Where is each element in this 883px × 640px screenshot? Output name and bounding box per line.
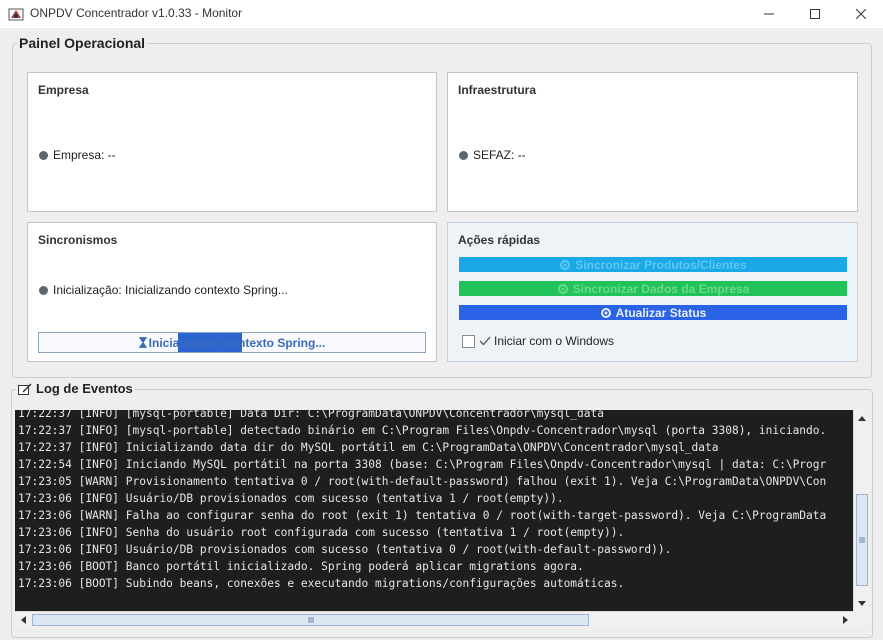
sincronizar-produtos-label: Sincronizar Produtos/Clientes <box>575 257 747 272</box>
vertical-scrollbar[interactable] <box>853 410 870 611</box>
log-de-eventos: Log de Eventos 17:22:37 [INFO] [mysql-po… <box>11 381 873 638</box>
sync-icon <box>560 259 571 270</box>
sync-icon <box>557 283 568 294</box>
empresa-status-text: Empresa: -- <box>53 148 116 162</box>
horizontal-scroll-thumb[interactable] <box>32 614 589 626</box>
edit-log-icon <box>18 383 32 395</box>
sincronizar-empresa-label: Sincronizar Dados da Empresa <box>572 281 750 296</box>
log-title: Log de Eventos <box>36 381 133 396</box>
minimize-button[interactable] <box>746 0 792 28</box>
log-line: 17:23:06 [INFO] Usuário/DB provisionados… <box>18 492 564 505</box>
log-line: 17:23:06 [INFO] Usuário/DB provisionados… <box>18 543 672 556</box>
arrow-up-icon <box>858 415 866 421</box>
inicializacao-status: Inicialização: Inicializando contexto Sp… <box>39 283 288 297</box>
close-button[interactable] <box>838 0 883 28</box>
log-line: 17:23:06 [WARN] Falha ao configurar senh… <box>18 509 827 522</box>
painel-operacional: Painel Operacional Empresa Empresa: -- I… <box>12 35 872 378</box>
scroll-right-button[interactable] <box>837 612 853 628</box>
inicializacao-status-text: Inicialização: Inicializando contexto Sp… <box>53 283 288 297</box>
app-icon <box>8 6 24 22</box>
acoes-rapidas-title: Ações rápidas <box>458 233 541 247</box>
minimize-icon <box>764 13 774 15</box>
title-bar: ONPDV Concentrador v1.0.33 - Monitor <box>0 0 883 28</box>
maximize-button[interactable] <box>792 0 838 28</box>
scroll-corner <box>853 611 870 628</box>
sincronismos-title: Sincronismos <box>38 233 118 247</box>
sincronizar-produtos-button[interactable]: Sincronizar Produtos/Clientes <box>459 257 847 272</box>
log-line: 17:22:54 [INFO] Iniciando MySQL portátil… <box>18 458 827 471</box>
iniciar-windows-row: Iniciar com o Windows <box>462 334 614 348</box>
arrow-right-icon <box>842 616 848 624</box>
log-lines: 17:22:37 [INFO] [mysql-portable] Data Di… <box>18 410 826 592</box>
iniciar-windows-checkbox[interactable] <box>462 334 475 348</box>
empresa-card: Empresa Empresa: -- <box>27 72 437 212</box>
empresa-title: Empresa <box>38 83 89 97</box>
empresa-status: Empresa: -- <box>39 148 116 162</box>
grip-icon <box>308 617 313 623</box>
log-line: 17:22:37 [INFO] Inicializando data dir d… <box>18 441 719 454</box>
atualizar-status-label: Atualizar Status <box>615 305 707 320</box>
arrow-down-icon <box>858 600 866 606</box>
log-line: 17:23:06 [INFO] Senha do usuário root co… <box>18 526 625 539</box>
vertical-scroll-thumb[interactable] <box>856 494 868 586</box>
sincronismos-card: Sincronismos Inicialização: Inicializand… <box>27 222 437 362</box>
log-line: 17:23:06 [BOOT] Banco portátil inicializ… <box>18 560 584 573</box>
horizontal-scrollbar[interactable] <box>15 611 853 628</box>
progress-bar: Inicializando contexto Spring... <box>38 332 426 353</box>
status-dot-icon <box>39 285 48 295</box>
atualizar-status-button[interactable]: Atualizar Status <box>459 305 847 320</box>
scroll-up-button[interactable] <box>854 410 870 426</box>
maximize-icon <box>810 9 820 19</box>
log-text-area[interactable]: 17:22:37 [INFO] [mysql-portable] Data Di… <box>15 410 853 611</box>
log-line: 17:23:05 [WARN] Provisionamento tentativ… <box>18 475 827 488</box>
window-title: ONPDV Concentrador v1.0.33 - Monitor <box>30 6 243 20</box>
status-dot-icon <box>39 150 48 160</box>
refresh-icon <box>600 307 611 318</box>
sincronizar-empresa-button[interactable]: Sincronizar Dados da Empresa <box>459 281 847 296</box>
arrow-left-icon <box>20 616 26 624</box>
infraestrutura-card: Infraestrutura SEFAZ: -- <box>447 72 858 212</box>
infraestrutura-title: Infraestrutura <box>458 83 537 97</box>
painel-title: Painel Operacional <box>17 35 148 51</box>
sefaz-status: SEFAZ: -- <box>459 148 526 162</box>
progress-text: Inicializando contexto Spring... <box>148 335 326 350</box>
client-area: Painel Operacional Empresa Empresa: -- I… <box>0 28 883 640</box>
log-line: 17:22:37 [INFO] [mysql-portable] Data Di… <box>18 410 604 420</box>
grip-icon <box>859 537 865 543</box>
check-icon <box>479 336 491 346</box>
close-icon <box>856 9 866 19</box>
acoes-rapidas-card: Ações rápidas Sincronizar Produtos/Clien… <box>447 222 858 362</box>
iniciar-windows-label: Iniciar com o Windows <box>494 334 615 348</box>
log-line: 17:22:37 [INFO] [mysql-portable] detecta… <box>18 424 827 437</box>
scroll-down-button[interactable] <box>854 595 870 611</box>
scroll-left-button[interactable] <box>15 612 31 628</box>
status-dot-icon <box>459 150 468 160</box>
sefaz-status-text: SEFAZ: -- <box>473 148 526 162</box>
log-line: 17:23:06 [BOOT] Subindo beans, conexões … <box>18 577 625 590</box>
hourglass-icon <box>138 337 147 348</box>
log-title-wrap: Log de Eventos <box>16 381 135 396</box>
